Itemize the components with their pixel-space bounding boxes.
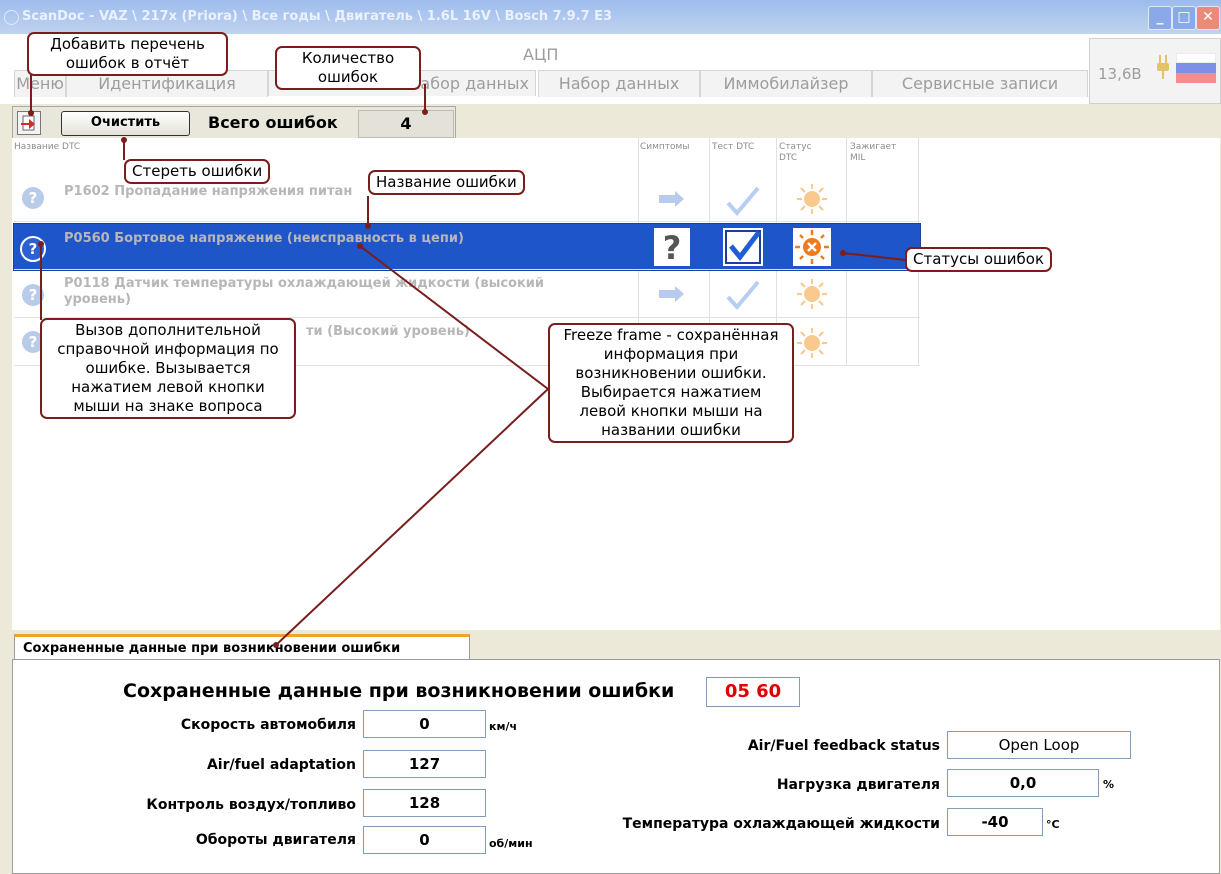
voltage-panel: 13,6В	[1089, 38, 1221, 104]
test-check-icon	[726, 186, 760, 217]
dtc-name[interactable]: P0118 Датчик температуры охлаждающей жид…	[64, 276, 584, 308]
freeze-frame-tab[interactable]: Сохраненные данные при возникновении оши…	[14, 634, 470, 660]
field-label: Air/fuel adaptation	[206, 757, 356, 773]
callout-freeze-frame: Freeze frame - сохранённая информация пр…	[548, 323, 794, 443]
tab-service-records[interactable]: Сервисные записи	[872, 70, 1088, 97]
field-label: Air/Fuel feedback status	[747, 738, 940, 754]
field-unit: об/мин	[489, 837, 533, 850]
clear-errors-button[interactable]: Очистить	[61, 111, 190, 136]
freeze-frame-heading: Сохраненные данные при возникновении оши…	[123, 680, 675, 702]
column-header-name: Название DTC	[14, 142, 81, 152]
field-label: Скорость автомобиля	[180, 717, 356, 733]
app-icon	[4, 10, 19, 25]
column-header-mil: Зажигает MIL	[850, 142, 897, 163]
total-errors-value: 4	[358, 110, 454, 138]
field-label: Нагрузка двигателя	[776, 777, 940, 793]
field-value: -40	[947, 808, 1043, 836]
field-value: 128	[363, 789, 486, 817]
symptom-arrow-icon	[659, 286, 684, 302]
column-header-status: Статус DTC	[779, 142, 812, 163]
field-label: Контроль воздух/топливо	[146, 797, 356, 813]
callout-error-name: Название ошибки	[368, 170, 525, 195]
status-sun-icon	[793, 228, 831, 266]
field-unit: %	[1103, 778, 1115, 791]
column-header-symptoms: Симптомы	[640, 142, 690, 152]
column-header-test: Тест DTC	[712, 142, 755, 152]
maximize-button[interactable]: □	[1172, 6, 1196, 30]
field-label: Обороты двигателя	[195, 832, 356, 848]
help-question-icon[interactable]: ?	[20, 236, 46, 262]
field-unit: °C	[1046, 818, 1060, 831]
field-value: Open Loop	[947, 731, 1131, 759]
close-button[interactable]: ✕	[1196, 6, 1220, 30]
adc-label: АЦП	[523, 45, 559, 64]
field-value: 0	[363, 710, 486, 738]
tab-immobilizer[interactable]: Иммобилайзер	[700, 70, 872, 97]
field-unit: км/ч	[489, 720, 518, 733]
callout-error-count: Количество ошибок	[275, 46, 421, 90]
field-label: Температура охлаждающей жидкости	[622, 816, 940, 832]
symptom-arrow-icon	[659, 191, 684, 207]
tab-data-set-2[interactable]: Набор данных	[538, 70, 700, 97]
symptom-unknown-icon: ?	[654, 228, 690, 266]
field-value: 0	[363, 826, 486, 854]
test-check-icon	[723, 228, 763, 266]
status-sun-icon	[797, 184, 827, 214]
dtc-code: 05 60	[706, 677, 800, 707]
status-sun-icon	[797, 328, 827, 358]
callout-add-report: Добавить перечень ошибок в отчёт	[27, 32, 228, 76]
help-question-icon[interactable]: ?	[22, 187, 44, 209]
help-question-icon[interactable]: ?	[22, 284, 44, 306]
callout-error-statuses: Статусы ошибок	[905, 247, 1053, 272]
total-errors-label: Всего ошибок	[208, 113, 338, 132]
dtc-name[interactable]: P0560 Бортовое напряжение (неисправность…	[64, 231, 634, 247]
window-title: ScanDoc - VAZ \ 217x (Priora) \ Все годы…	[22, 9, 613, 24]
russia-flag-icon	[1175, 52, 1217, 83]
report-icon	[21, 115, 35, 131]
voltage-readout: 13,6В	[1098, 65, 1142, 83]
field-value: 0,0	[947, 769, 1099, 797]
field-value: 127	[363, 750, 486, 778]
callout-clear-errors: Стереть ошибки	[124, 159, 271, 184]
add-to-report-button[interactable]	[17, 111, 41, 135]
callout-help-info: Вызов дополнительной справочной информац…	[40, 318, 296, 419]
minimize-button[interactable]: _	[1148, 6, 1172, 30]
dtc-name[interactable]: P1602 Пропадание напряжения питан	[64, 184, 634, 200]
svg-text:?: ?	[663, 229, 682, 266]
status-sun-icon	[797, 279, 827, 309]
power-plug-icon	[1156, 53, 1170, 79]
test-check-icon	[726, 280, 760, 311]
